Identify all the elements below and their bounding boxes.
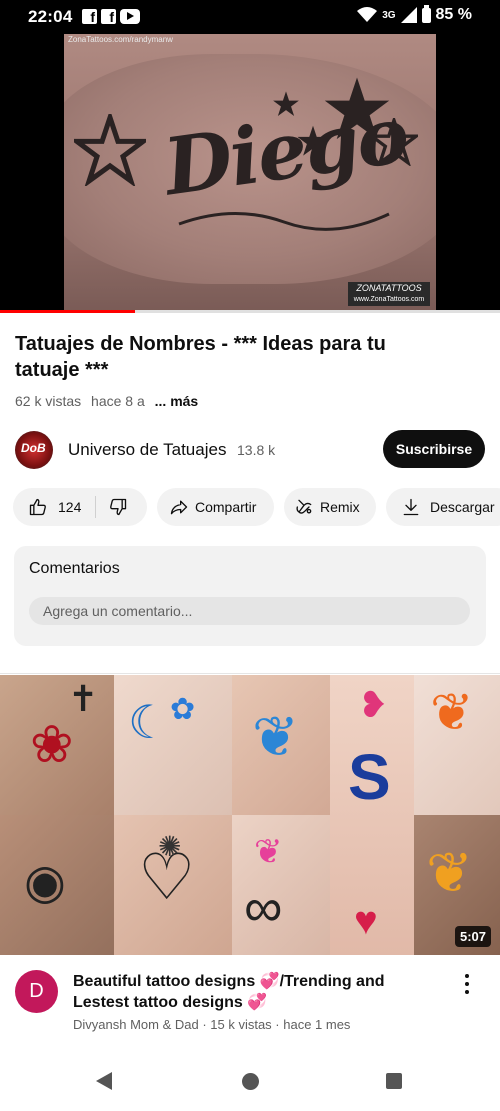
more-options-icon[interactable] [462,974,472,998]
progress-fill [0,310,135,313]
download-icon [403,498,419,516]
signal-icon [400,7,417,23]
battery-icon [421,4,431,23]
video-progress-bar[interactable] [0,310,500,313]
download-label: Descargar [430,499,495,515]
thumbs-up-icon [29,498,46,516]
facebook-icon: f [82,9,97,25]
zonatattoos-logo: ZONATATTOOS www.ZonaTattoos.com [348,282,430,306]
home-icon[interactable] [242,1073,259,1090]
like-divider [95,496,97,518]
like-button[interactable]: 124 [13,497,81,517]
comments-panel[interactable]: Comentarios Agrega un comentario... [14,546,486,646]
section-divider [0,673,500,674]
recommended-video-meta: Divyansh Mom & Dad · 15 k vistas · hace … [73,1017,351,1032]
remix-button[interactable]: Remix [284,488,376,526]
share-label: Compartir [195,499,257,515]
recommended-video-info[interactable]: D Beautiful tattoo designs 💞/Trending an… [0,962,500,1042]
status-bar: 22:04 f f 3G 85 % [0,0,500,34]
channel-name[interactable]: Universo de Tatuajes [68,440,226,460]
video-title[interactable]: Tatuajes de Nombres - *** Ideas para tu … [15,331,455,383]
youtube-icon [120,9,140,24]
action-bar: 124 Compartir Remix Descargar [13,488,500,526]
collage-tile: ❥ S ♥ [330,675,414,955]
back-icon[interactable] [96,1072,112,1090]
collage-tile: ❦ [414,675,500,815]
download-button[interactable]: Descargar [386,488,500,526]
share-button[interactable]: Compartir [157,488,274,526]
remix-label: Remix [320,499,360,515]
system-nav-bar [0,1052,500,1111]
recommended-video-title[interactable]: Beautiful tattoo designs 💞/Trending and … [73,971,418,1013]
recommended-channel-avatar[interactable]: D [15,970,58,1013]
collage-tile: ♡ ✺ [114,815,232,955]
recommended-video-thumbnail[interactable]: ❀ ✝ ☾ ✿ ❦ ❥ S ♥ ❦ ◉ ♡ ✺ ❦ ∞ ❦ 5:07 [0,675,500,955]
collage-tile: ❀ ✝ [0,675,114,815]
channel-avatar[interactable]: DoB [15,431,53,469]
more-link[interactable]: ... más [155,393,199,409]
network-type: 3G [382,9,396,21]
hearts-emoji: 💞 [259,973,280,990]
dislike-button[interactable] [108,497,128,517]
hearts-emoji: 💞 [247,994,268,1011]
video-duration: 5:07 [454,926,491,947]
facebook-icon: f [101,9,116,25]
subscribe-button[interactable]: Suscribirse [383,430,485,468]
collage-tile: ❦ [232,675,330,815]
share-icon [170,500,188,515]
watermark: ZonaTattoos.com/randymanw [68,35,173,44]
collage-tile: ◉ [0,815,114,955]
battery-level: 85 % [435,6,472,23]
channel-row: DoB Universo de Tatuajes 13.8 k Suscribi… [15,430,485,470]
view-count: 62 k vistas [15,393,82,409]
collage-tile: ☾ ✿ [114,675,232,815]
remix-icon [296,499,312,514]
like-dislike-pill: 124 [13,488,147,526]
wifi-icon [357,7,378,22]
video-player[interactable]: ZonaTattoos.com/randymanw Diego ZONATATT… [0,34,500,312]
recents-icon[interactable] [386,1073,402,1089]
comments-title: Comentarios [29,560,120,577]
star-tattoo [74,114,146,186]
tattoo-flourish [178,211,390,231]
subscriber-count: 13.8 k [237,442,276,458]
video-meta[interactable]: 62 k vistas hace 8 a ... más [15,393,198,409]
collage-tile: ❦ ∞ [232,815,330,955]
video-frame: ZonaTattoos.com/randymanw Diego ZONATATT… [64,34,436,312]
upload-age: hace 8 a [91,393,145,409]
thumbs-down-icon [110,498,127,516]
notification-icons: f f [82,9,140,25]
clock: 22:04 [28,7,73,26]
system-indicators: 3G 85 % [357,4,472,24]
like-count: 124 [58,499,82,515]
add-comment-input[interactable]: Agrega un comentario... [29,597,470,625]
